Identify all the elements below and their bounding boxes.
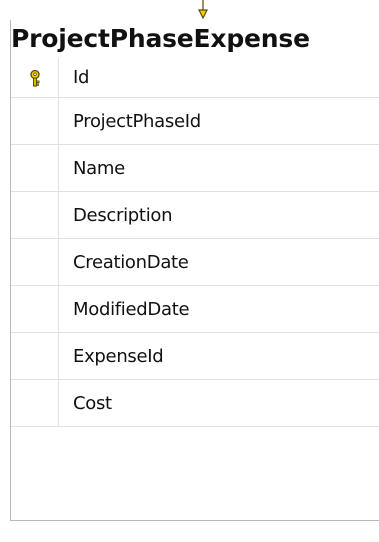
column-name: ProjectPhaseId [73, 110, 201, 132]
table-entity-projectphaseexpense[interactable]: ProjectPhaseExpense Id ProjectPhaseId Na… [10, 20, 379, 521]
column-name: Cost [73, 392, 112, 414]
column-name: Description [73, 204, 173, 226]
relationship-connector-icon[interactable] [197, 0, 209, 20]
column-row-modifieddate[interactable]: ModifiedDate [11, 286, 379, 333]
row-selector[interactable] [11, 145, 59, 191]
primary-key-icon [29, 69, 40, 87]
column-name: Name [73, 157, 125, 179]
diagram-canvas: ProjectPhaseExpense Id ProjectPhaseId Na… [0, 0, 379, 542]
column-row-description[interactable]: Description [11, 192, 379, 239]
column-name: Id [73, 67, 90, 88]
row-selector[interactable] [11, 380, 59, 426]
row-selector[interactable] [11, 98, 59, 144]
column-row-expenseid[interactable]: ExpenseId [11, 333, 379, 380]
row-selector[interactable] [11, 58, 59, 97]
column-list: Id ProjectPhaseId Name Description Creat… [11, 58, 379, 427]
column-row-id[interactable]: Id [11, 58, 379, 98]
row-selector[interactable] [11, 333, 59, 379]
column-name: CreationDate [73, 251, 189, 273]
row-selector[interactable] [11, 192, 59, 238]
column-name: ExpenseId [73, 345, 164, 367]
column-row-name[interactable]: Name [11, 145, 379, 192]
column-row-creationdate[interactable]: CreationDate [11, 239, 379, 286]
column-row-projectphaseid[interactable]: ProjectPhaseId [11, 98, 379, 145]
row-selector[interactable] [11, 239, 59, 285]
table-title[interactable]: ProjectPhaseExpense [11, 20, 379, 58]
column-name: ModifiedDate [73, 298, 190, 320]
row-selector[interactable] [11, 286, 59, 332]
column-row-cost[interactable]: Cost [11, 380, 379, 427]
